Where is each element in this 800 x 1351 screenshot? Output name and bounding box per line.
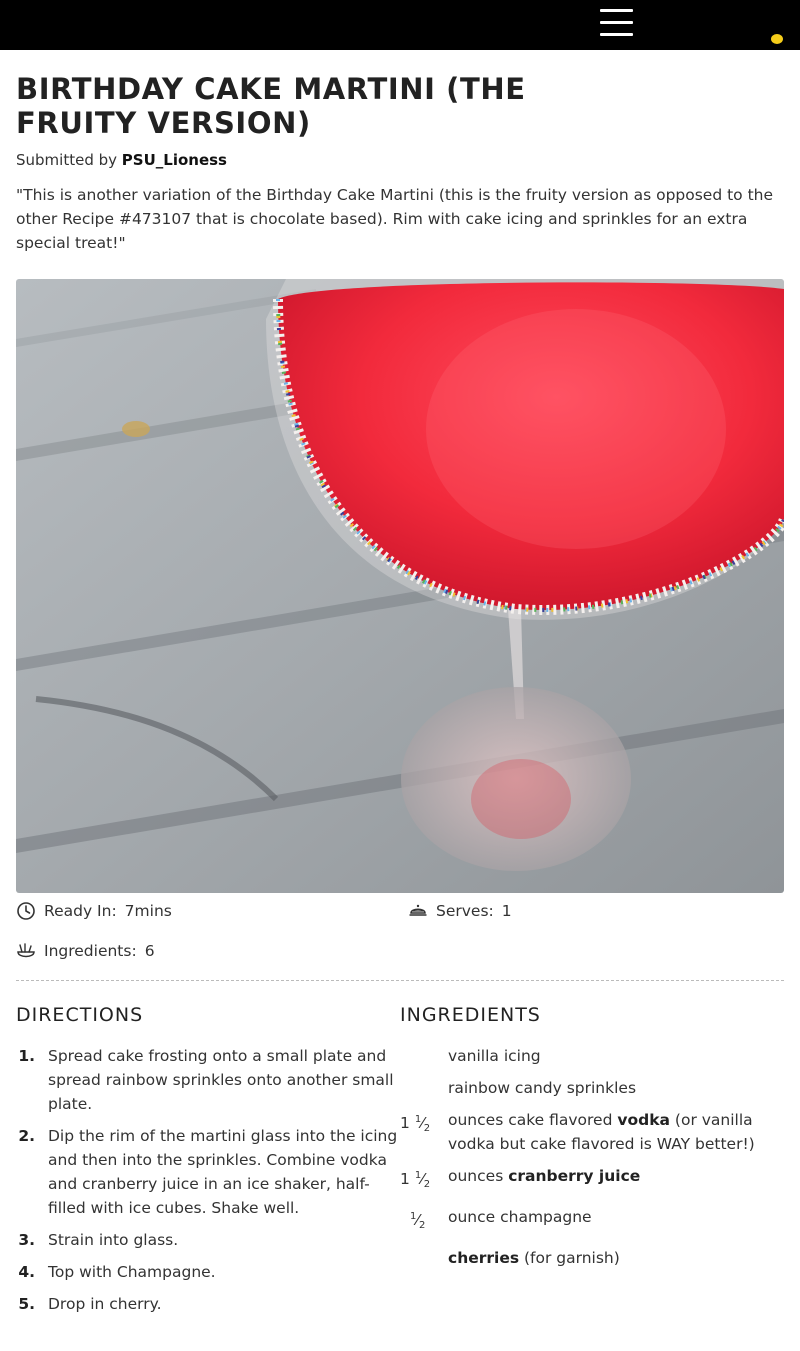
vegetable-bowl-icon: [17, 943, 35, 958]
serves-value: 1: [501, 902, 512, 920]
step-text: Spread cake frosting onto a small plate …: [48, 1047, 394, 1113]
serves-label: Serves:: [436, 902, 494, 920]
recipe-description: "This is another variation of the Birthd…: [16, 186, 774, 252]
ingredient-text: ounce champagne: [448, 1205, 788, 1238]
ingredient-item: 1 1⁄2 ounces cranberry juice: [400, 1164, 788, 1197]
hamburger-menu-icon[interactable]: [600, 9, 633, 37]
ingredient-name: ounce champagne: [448, 1208, 592, 1226]
direction-step: 1. Spread cake frosting onto a small pla…: [16, 1044, 404, 1116]
qty-whole: 1: [400, 1170, 410, 1188]
ingredients-count-label: Ingredients:: [44, 942, 137, 960]
ingredient-quantity: [400, 1246, 448, 1270]
step-text: Top with Champagne.: [48, 1263, 216, 1281]
clock-icon: [17, 902, 35, 920]
top-nav-bar: [0, 0, 800, 50]
qty-numerator: 1: [410, 1211, 417, 1222]
ingredient-name: vanilla icing: [448, 1047, 541, 1065]
direction-step: 3. Strain into glass.: [16, 1228, 404, 1252]
martini-photo-illustration: [16, 279, 784, 893]
ingredient-quantity: [400, 1076, 448, 1100]
ingredient-item: 1⁄2 ounce champagne: [400, 1205, 788, 1238]
direction-step: 5. Drop in cherry.: [16, 1292, 404, 1316]
ingredient-item: vanilla icing: [400, 1044, 788, 1068]
notification-dot-icon[interactable]: [771, 34, 783, 44]
ingredient-link[interactable]: cherries: [448, 1249, 519, 1267]
ingredient-item: cherries (for garnish): [400, 1246, 788, 1270]
ingredients-heading: INGREDIENTS: [400, 1004, 541, 1026]
ingredients-count-fact: Ingredients: 6: [16, 939, 155, 963]
step-text: Drop in cherry.: [48, 1295, 162, 1313]
serves-fact: Serves: 1: [408, 899, 512, 923]
ready-in-value: 7mins: [124, 902, 172, 920]
directions-heading: DIRECTIONS: [16, 1004, 144, 1026]
ingredient-text: ounces cake flavored vodka (or vanilla v…: [448, 1108, 788, 1156]
step-text: Strain into glass.: [48, 1231, 179, 1249]
author-link[interactable]: PSU_Lioness: [122, 151, 227, 169]
ingredient-quantity: 1⁄2: [410, 1211, 426, 1231]
menu-line: [600, 9, 633, 12]
step-number: 3.: [18, 1231, 35, 1249]
ready-in-fact: Ready In: 7mins: [16, 899, 172, 923]
step-number: 1.: [18, 1047, 35, 1065]
ingredients-count-value: 6: [144, 942, 155, 960]
submitted-by: Submitted by PSU_Lioness: [16, 150, 227, 170]
directions-list: 1. Spread cake frosting onto a small pla…: [16, 1044, 404, 1324]
qty-whole: 1: [400, 1114, 410, 1132]
ingredient-quantity: [400, 1044, 448, 1068]
ingredient-name: rainbow candy sprinkles: [448, 1079, 637, 1097]
step-text: Dip the rim of the martini glass into th…: [48, 1127, 398, 1217]
step-number: 2.: [18, 1127, 35, 1145]
ingredient-text: ounces cranberry juice: [448, 1164, 788, 1197]
ingredient-link[interactable]: vodka: [617, 1111, 670, 1129]
ingredient-quantity: 1 1⁄2: [400, 1170, 431, 1190]
ingredient-link[interactable]: cranberry juice: [508, 1167, 640, 1185]
submitted-label: Submitted by: [16, 151, 118, 169]
menu-line: [600, 33, 633, 36]
ingredients-list: vanilla icing rainbow candy sprinkles 1 …: [400, 1044, 788, 1278]
qty-denominator: 2: [418, 1220, 426, 1231]
step-number: 5.: [18, 1295, 35, 1313]
qty-numerator: 1: [414, 1170, 422, 1181]
ingredient-note: (for garnish): [519, 1249, 620, 1267]
ingredient-item: 1 1⁄2 ounces cake flavored vodka (or van…: [400, 1108, 788, 1156]
ingredient-text: rainbow candy sprinkles: [448, 1076, 788, 1100]
serving-dish-icon: [409, 904, 427, 916]
ingredient-text: vanilla icing: [448, 1044, 788, 1068]
qty-denominator: 2: [423, 1179, 431, 1190]
step-number: 4.: [18, 1263, 35, 1281]
menu-line: [600, 21, 633, 24]
ingredient-name: ounces: [448, 1167, 509, 1185]
direction-step: 4. Top with Champagne.: [16, 1260, 404, 1284]
recipe-title: BIRTHDAY CAKE MARTINI (THE FRUITY VERSIO…: [16, 72, 526, 140]
qty-numerator: 1: [414, 1114, 422, 1125]
ingredient-text: cherries (for garnish): [448, 1246, 788, 1270]
ingredient-item: rainbow candy sprinkles: [400, 1076, 788, 1100]
recipe-photo: [16, 279, 784, 893]
ingredient-quantity: 1 1⁄2: [400, 1114, 431, 1134]
ready-in-label: Ready In:: [44, 902, 117, 920]
qty-denominator: 2: [423, 1123, 431, 1134]
ingredient-name: ounces cake flavored: [448, 1111, 618, 1129]
direction-step: 2. Dip the rim of the martini glass into…: [16, 1124, 404, 1220]
section-divider: [16, 980, 784, 981]
